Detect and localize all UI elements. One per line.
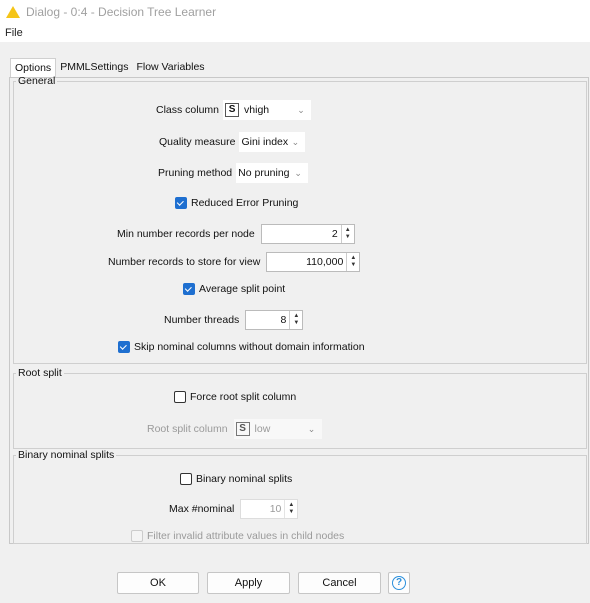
chevron-down-icon: ⌄	[294, 167, 302, 178]
options-panel: General Class column S vhigh ⌄ Quality m…	[9, 75, 589, 544]
checkbox-checked-icon[interactable]	[175, 197, 187, 209]
min-records-value: 2	[331, 228, 338, 240]
reduced-error-pruning-checkbox[interactable]: Reduced Error Pruning	[175, 197, 298, 209]
menu-file[interactable]: File	[5, 27, 23, 39]
min-records-row: Min number records per node 2 ▲ ▼	[117, 224, 355, 244]
pruning-method-select[interactable]: No pruning ⌄	[236, 163, 309, 183]
average-split-label: Average split point	[199, 283, 286, 295]
threads-value: 8	[280, 314, 287, 326]
apply-button[interactable]: Apply	[207, 572, 290, 594]
string-type-icon: S	[235, 422, 250, 436]
max-nominal-row: Max #nominal 10 ▲ ▼	[169, 499, 299, 519]
filter-invalid-checkbox[interactable]: Filter invalid attribute values in child…	[131, 530, 344, 542]
max-nominal-value: 10	[269, 503, 282, 515]
pruning-method-label: Pruning method	[158, 167, 233, 179]
window-title: Dialog - 0:4 - Decision Tree Learner	[26, 5, 217, 19]
filter-invalid-label: Filter invalid attribute values in child…	[147, 530, 345, 542]
spinner-arrows-icon[interactable]: ▲ ▼	[289, 311, 302, 329]
spinner-arrows-icon[interactable]: ▲ ▼	[340, 225, 354, 243]
root-split-column-row: Root split column S low ⌄	[147, 419, 322, 439]
chevron-down-icon: ⌄	[307, 423, 316, 434]
title-bar: Dialog - 0:4 - Decision Tree Learner	[0, 0, 590, 24]
force-root-split-label: Force root split column	[190, 391, 297, 403]
help-icon: ?	[392, 576, 406, 590]
quality-measure-label: Quality measure	[159, 136, 236, 148]
chevron-down-icon: ⌄	[297, 104, 305, 115]
threads-row: Number threads 8 ▲ ▼	[164, 310, 304, 330]
checkbox-unchecked-icon[interactable]	[180, 473, 192, 485]
records-store-spinner[interactable]: 110,000 ▲ ▼	[266, 252, 361, 272]
reduced-error-pruning-label: Reduced Error Pruning	[191, 197, 299, 209]
warning-icon	[6, 6, 20, 18]
min-records-spinner[interactable]: 2 ▲ ▼	[260, 224, 355, 244]
menu-bar: File	[0, 24, 590, 42]
class-column-value: vhigh	[244, 104, 270, 116]
max-nominal-spinner[interactable]: 10 ▲ ▼	[240, 499, 299, 519]
class-column-label: Class column	[156, 104, 220, 116]
records-store-row: Number records to store for view 110,000…	[108, 252, 361, 272]
quality-measure-row: Quality measure Gini index ⌄	[159, 132, 306, 152]
force-root-split-checkbox[interactable]: Force root split column	[174, 391, 296, 403]
pruning-method-row: Pruning method No pruning ⌄	[158, 163, 309, 183]
spinner-arrows-icon[interactable]: ▲ ▼	[284, 500, 297, 518]
skip-nominal-label: Skip nominal columns without domain info…	[134, 341, 365, 353]
max-nominal-label: Max #nominal	[169, 503, 235, 515]
chevron-down-icon: ⌄	[291, 136, 300, 147]
root-split-legend: Root split	[18, 367, 62, 379]
min-records-label: Min number records per node	[117, 228, 255, 240]
binary-splits-legend: Binary nominal splits	[18, 449, 115, 461]
skip-nominal-checkbox[interactable]: Skip nominal columns without domain info…	[118, 341, 365, 353]
quality-measure-select[interactable]: Gini index ⌄	[239, 132, 306, 152]
root-split-column-select[interactable]: S low ⌄	[233, 419, 322, 439]
spinner-arrows-icon[interactable]: ▲ ▼	[346, 253, 359, 271]
class-column-select[interactable]: S vhigh ⌄	[223, 100, 312, 120]
threads-spinner[interactable]: 8 ▲ ▼	[245, 310, 304, 330]
cancel-button[interactable]: Cancel	[298, 572, 381, 594]
checkbox-checked-icon[interactable]	[118, 341, 130, 353]
threads-label: Number threads	[164, 314, 240, 326]
binary-splits-label: Binary nominal splits	[196, 473, 293, 485]
help-button[interactable]: ?	[388, 572, 410, 594]
root-split-column-label: Root split column	[147, 423, 228, 435]
checkbox-disabled-icon[interactable]	[131, 530, 143, 542]
class-column-row: Class column S vhigh ⌄	[156, 100, 312, 120]
average-split-checkbox[interactable]: Average split point	[183, 283, 285, 295]
ok-button[interactable]: OK	[117, 572, 199, 594]
quality-measure-value: Gini index	[241, 136, 289, 148]
root-split-column-value: low	[254, 423, 271, 435]
checkbox-checked-icon[interactable]	[183, 283, 195, 295]
records-store-value: 110,000	[306, 256, 344, 268]
checkbox-unchecked-icon[interactable]	[174, 391, 186, 403]
string-type-icon: S	[225, 103, 240, 117]
pruning-method-value: No pruning	[238, 167, 290, 179]
records-store-label: Number records to store for view	[108, 256, 261, 268]
general-legend: General	[18, 75, 56, 87]
binary-splits-checkbox[interactable]: Binary nominal splits	[180, 473, 292, 485]
